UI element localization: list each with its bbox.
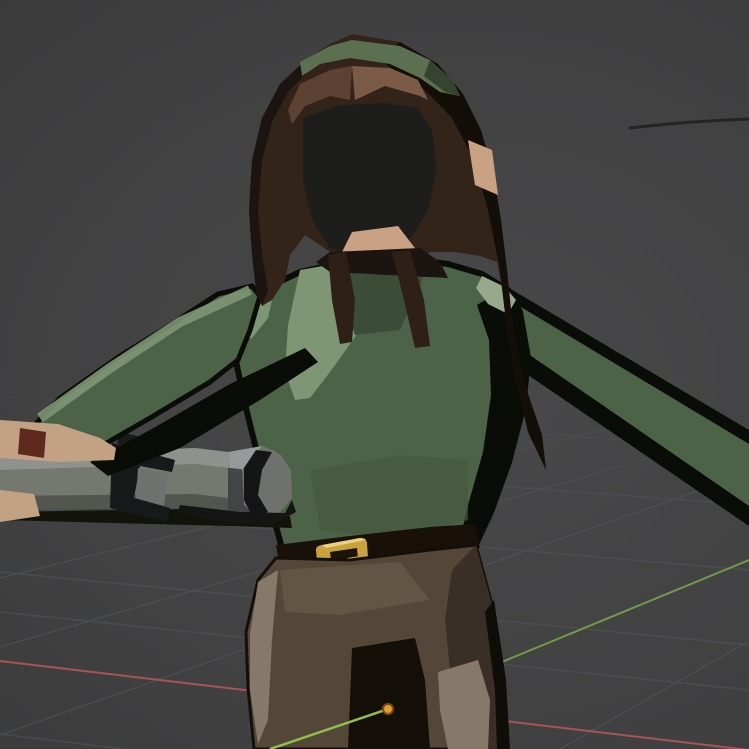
pants-crotch-shadow	[348, 638, 430, 749]
character-model[interactable]	[0, 34, 749, 749]
viewport-canvas[interactable]	[0, 0, 749, 749]
viewport-3d[interactable]	[0, 0, 749, 749]
hand-left-shadow	[18, 428, 46, 458]
distant-blade-line	[630, 119, 749, 128]
origin-marker[interactable]	[383, 704, 393, 714]
grid-line	[560, 641, 749, 749]
pants	[246, 545, 510, 749]
